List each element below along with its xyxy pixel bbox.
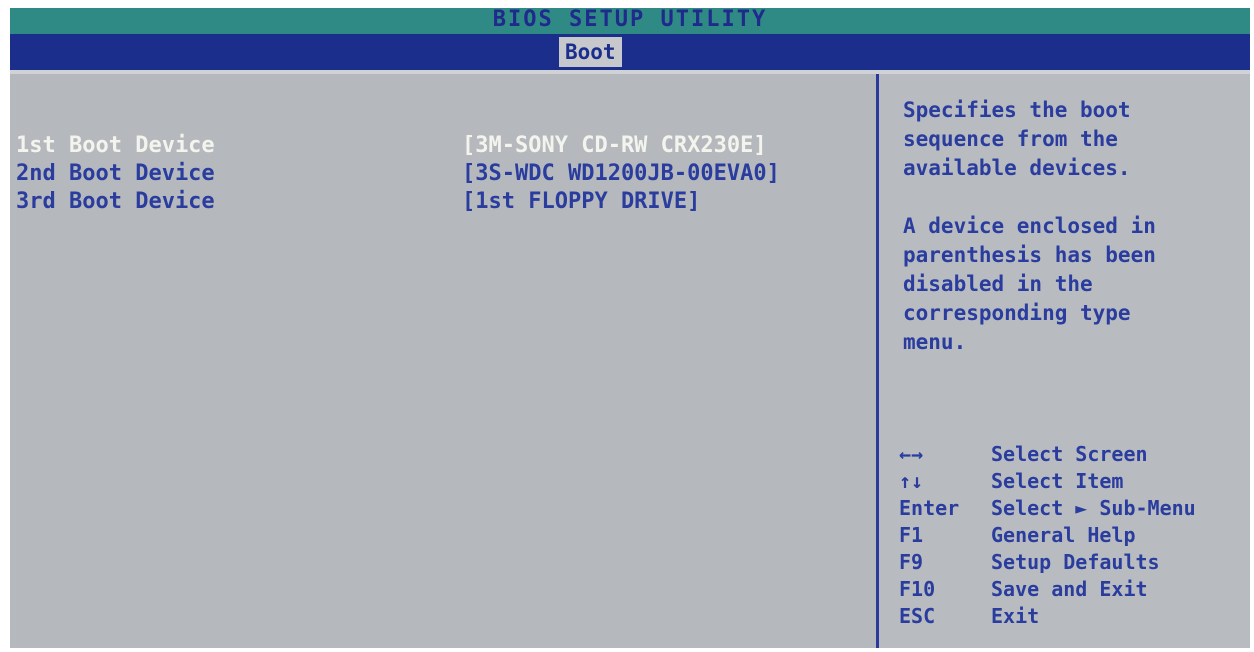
help-line: menu. bbox=[903, 330, 967, 354]
key-legend-enter: Enter Select ► Sub-Menu bbox=[899, 495, 1249, 522]
help-line: disabled in the bbox=[903, 272, 1093, 296]
key-name: F9 bbox=[899, 550, 924, 574]
boot-device-value[interactable]: [3M-SONY CD-RW CRX230E] bbox=[462, 132, 767, 160]
key-name: F10 bbox=[899, 577, 936, 601]
boot-device-label: 3rd Boot Device bbox=[16, 189, 215, 214]
help-line: available devices. bbox=[903, 156, 1131, 180]
help-line: sequence from the bbox=[903, 127, 1118, 151]
key-name: F1 bbox=[899, 523, 924, 547]
help-pane: Specifies the boot sequence from the ava… bbox=[879, 74, 1250, 648]
settings-pane: 1st Boot Device [3M-SONY CD-RW CRX230E] … bbox=[10, 74, 876, 648]
help-line: corresponding type bbox=[903, 301, 1131, 325]
boot-device-row-3[interactable]: 3rd Boot Device [1st FLOPPY DRIVE] bbox=[16, 188, 866, 216]
key-legend-select-item: ↑↓ Select Item bbox=[899, 468, 1249, 495]
key-legend-f10: F10 Save and Exit bbox=[899, 576, 1249, 603]
key-description: Select ► Sub-Menu bbox=[991, 496, 1196, 520]
help-line: Specifies the boot bbox=[903, 98, 1131, 122]
help-line: parenthesis has been bbox=[903, 243, 1156, 267]
bios-screen: BIOS SETUP UTILITY Boot 1st Boot Device … bbox=[10, 8, 1250, 648]
bios-title: BIOS SETUP UTILITY bbox=[10, 8, 1250, 34]
arrow-left-right-icon: ←→ bbox=[899, 442, 924, 466]
boot-device-label: 2nd Boot Device bbox=[16, 161, 215, 186]
key-name: Enter bbox=[899, 496, 960, 520]
key-name: ESC bbox=[899, 604, 936, 628]
key-description: Save and Exit bbox=[991, 577, 1148, 601]
menu-bar: Boot bbox=[10, 34, 1250, 70]
key-legend-f1: F1 General Help bbox=[899, 522, 1249, 549]
key-description: Select Screen bbox=[991, 442, 1148, 466]
key-description: Setup Defaults bbox=[991, 550, 1160, 574]
tab-boot[interactable]: Boot bbox=[559, 37, 622, 67]
boot-device-label: 1st Boot Device bbox=[16, 133, 215, 158]
key-description: Exit bbox=[991, 604, 1040, 628]
boot-device-value[interactable]: [1st FLOPPY DRIVE] bbox=[462, 188, 700, 216]
boot-device-row-1[interactable]: 1st Boot Device [3M-SONY CD-RW CRX230E] bbox=[16, 132, 866, 160]
boot-device-row-2[interactable]: 2nd Boot Device [3S-WDC WD1200JB-00EVA0] bbox=[16, 160, 866, 188]
help-line: A device enclosed in bbox=[903, 214, 1156, 238]
key-description: Select Item bbox=[991, 469, 1124, 493]
key-legend-f9: F9 Setup Defaults bbox=[899, 549, 1249, 576]
arrow-up-down-icon: ↑↓ bbox=[899, 469, 924, 493]
key-description: General Help bbox=[991, 523, 1136, 547]
key-legend-select-screen: ←→ Select Screen bbox=[899, 441, 1249, 468]
boot-device-value[interactable]: [3S-WDC WD1200JB-00EVA0] bbox=[462, 160, 780, 188]
key-legend-esc: ESC Exit bbox=[899, 603, 1249, 630]
